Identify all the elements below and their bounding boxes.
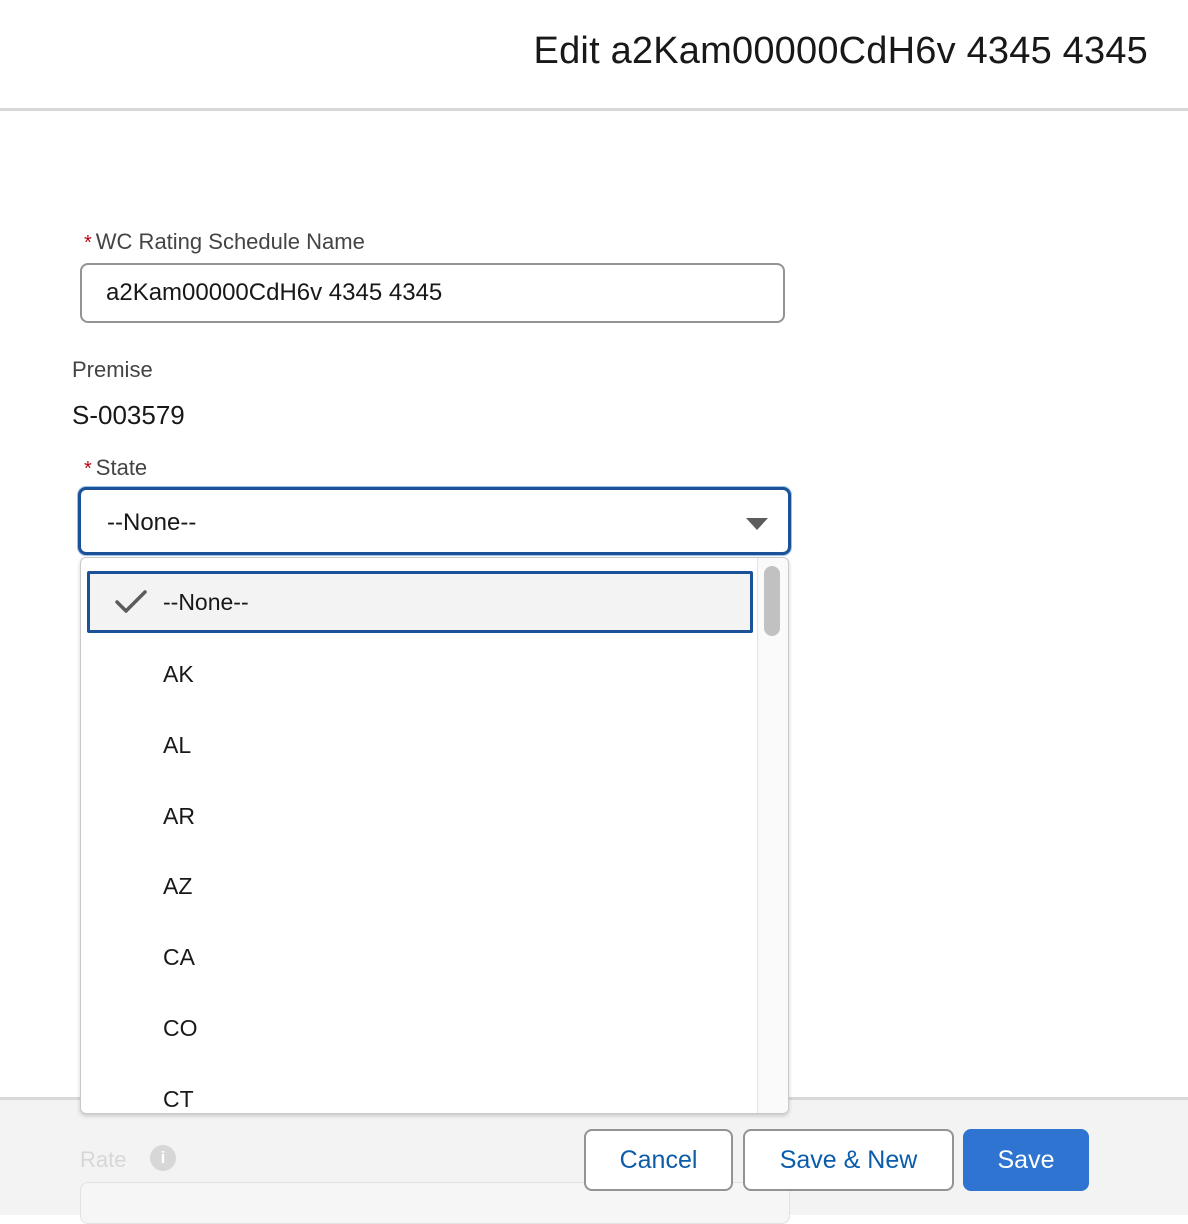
- name-label-text: WC Rating Schedule Name: [95, 229, 365, 254]
- cancel-button[interactable]: Cancel: [584, 1129, 733, 1191]
- state-option-ca[interactable]: CA: [81, 926, 759, 988]
- premise-label: Premise: [72, 357, 153, 382]
- save-and-new-button[interactable]: Save & New: [743, 1129, 954, 1191]
- scrollbar-thumb[interactable]: [764, 566, 780, 636]
- option-label: CO: [163, 1015, 198, 1041]
- state-combobox[interactable]: --None--: [78, 487, 791, 555]
- premise-value: S-003579: [72, 400, 185, 430]
- modal-footer: Rate i Cancel Save & New Save: [0, 1097, 1188, 1224]
- state-selected-value: --None--: [107, 509, 197, 536]
- modal-title: Edit a2Kam00000CdH6v 4345 4345: [533, 30, 1148, 72]
- state-option-ar[interactable]: AR: [81, 785, 759, 847]
- state-option-al[interactable]: AL: [81, 714, 759, 776]
- wc-rating-schedule-name-input[interactable]: [80, 263, 785, 323]
- listbox-scrollbar[interactable]: [757, 558, 788, 1113]
- state-option-co[interactable]: CO: [81, 997, 759, 1059]
- rate-label: Rate: [80, 1147, 127, 1172]
- option-label: --None--: [163, 589, 249, 615]
- save-button[interactable]: Save: [963, 1129, 1089, 1191]
- state-dropdown-listbox[interactable]: --None-- AK AL AR AZ CA CO CT: [80, 557, 789, 1114]
- state-option-ak[interactable]: AK: [81, 643, 759, 705]
- required-marker: *: [84, 232, 92, 254]
- option-label: AK: [163, 661, 194, 687]
- chevron-down-icon: [746, 518, 768, 530]
- modal-header: Edit a2Kam00000CdH6v 4345 4345: [0, 0, 1188, 111]
- option-label: CA: [163, 944, 195, 970]
- state-label-text: State: [95, 455, 148, 480]
- option-label: CT: [163, 1086, 194, 1112]
- state-option-ct[interactable]: CT: [81, 1068, 759, 1113]
- option-label: AZ: [163, 873, 193, 899]
- option-label: AR: [163, 803, 195, 829]
- required-marker: *: [84, 458, 92, 480]
- state-option-az[interactable]: AZ: [81, 855, 759, 917]
- info-icon: i: [150, 1145, 176, 1171]
- option-label: AL: [163, 732, 192, 758]
- name-field-label: * WC Rating Schedule Name: [84, 229, 365, 255]
- state-option-none[interactable]: --None--: [87, 571, 753, 633]
- check-icon: [115, 590, 147, 613]
- state-field-label: * State: [84, 455, 147, 481]
